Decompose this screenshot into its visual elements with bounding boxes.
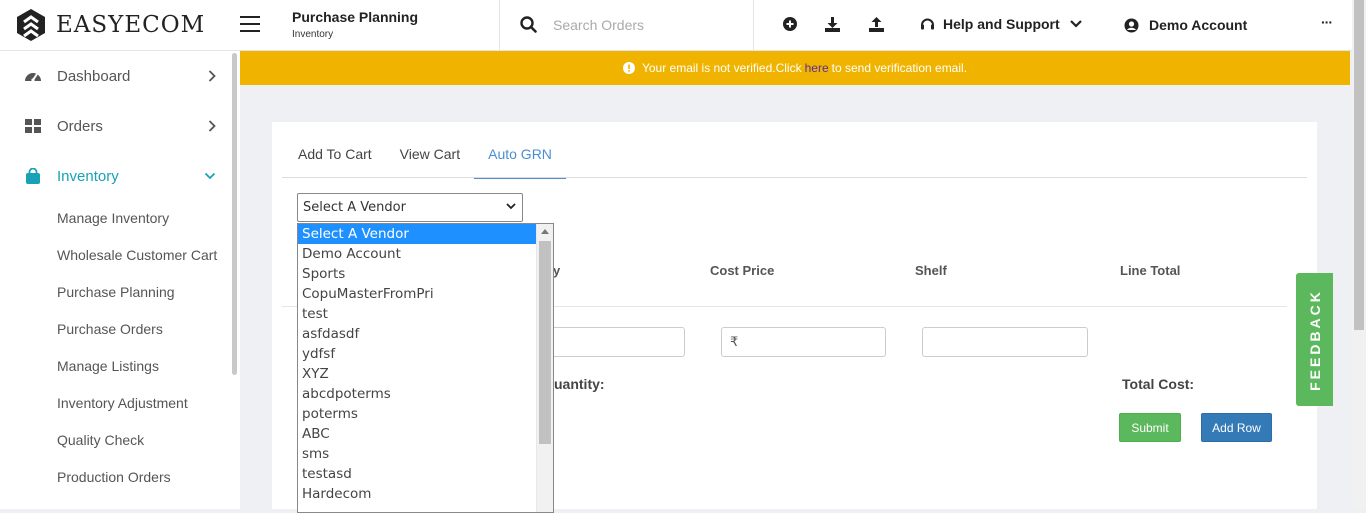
sidebar-item-label: Dashboard	[57, 67, 131, 85]
sidebar-subitem-quality-check[interactable]: Quality Check	[57, 432, 144, 448]
sidebar-item-inventory[interactable]: Inventory	[0, 156, 232, 196]
vendor-option[interactable]: Select A Vendor	[298, 224, 537, 244]
column-header-line-total: Line Total	[1120, 263, 1181, 278]
chevron-down-icon	[506, 203, 516, 210]
column-header-quantity: y	[553, 263, 561, 278]
sidebar-item-label: Orders	[57, 117, 103, 135]
total-quantity-label: uantity:	[554, 376, 605, 392]
account-label: Demo Account	[1149, 17, 1248, 33]
total-cost-label: Total Cost:	[1122, 376, 1195, 392]
vendor-option[interactable]: Demo Account	[298, 244, 537, 264]
header-divider	[499, 0, 500, 50]
vendor-option[interactable]: XYZ	[298, 364, 537, 384]
submit-button[interactable]: Submit	[1119, 413, 1181, 442]
info-icon	[622, 62, 635, 74]
cost-price-input[interactable]: ₹	[721, 327, 886, 357]
sidebar-subitem-manage-listings[interactable]: Manage Listings	[57, 358, 159, 374]
add-row-button[interactable]: Add Row	[1201, 413, 1272, 442]
account-menu[interactable]: Demo Account	[1124, 17, 1247, 33]
alert-text: Your email is not verified.Click	[641, 61, 802, 75]
page-title: Purchase Planning	[292, 9, 419, 25]
shopping-bag-icon	[24, 167, 42, 185]
alert-text: to send verification email.	[831, 61, 968, 75]
rupee-icon: ₹	[730, 334, 739, 349]
sidebar-subitem-wholesale-customer-cart[interactable]: Wholesale Customer Cart	[57, 247, 217, 263]
feedback-button[interactable]: FEEDBACK	[1296, 273, 1333, 406]
help-support-label: Help and Support	[943, 16, 1060, 32]
add-circle-icon[interactable]	[783, 17, 797, 31]
chevron-down-icon	[1069, 20, 1082, 28]
help-support-menu[interactable]: Help and Support	[920, 16, 1082, 32]
verification-link[interactable]: here	[805, 61, 829, 75]
top-header: EASYECOM Purchase Planning Inventory Hel…	[0, 0, 1352, 51]
sidebar-subitem-purchase-planning[interactable]: Purchase Planning	[57, 284, 175, 300]
vendor-option[interactable]: Sports	[298, 264, 537, 284]
vendor-option[interactable]: CopuMasterFromPri	[298, 284, 537, 304]
shelf-input[interactable]	[922, 327, 1088, 357]
tab-bar: Add To Cart View Cart Auto GRN	[284, 145, 566, 179]
sidebar-subitem-production-orders[interactable]: Production Orders	[57, 469, 171, 485]
search-input[interactable]	[553, 16, 733, 33]
upload-icon[interactable]	[869, 17, 884, 32]
sidebar-subitem-manage-inventory[interactable]: Manage Inventory	[57, 210, 169, 226]
dropdown-scrollbar[interactable]	[536, 224, 553, 512]
page-subtitle: Inventory	[292, 29, 334, 40]
sidebar-item-orders[interactable]: Orders	[0, 106, 232, 146]
chevron-right-icon	[208, 70, 216, 82]
search-bar	[520, 16, 733, 33]
header-divider	[753, 0, 754, 50]
headset-icon	[921, 18, 934, 29]
tab-auto-grn[interactable]: Auto GRN	[474, 145, 566, 179]
column-header-cost-price: Cost Price	[710, 263, 775, 278]
chevron-down-icon	[204, 172, 216, 180]
vendor-option[interactable]: ydfsf	[298, 344, 537, 364]
sidebar-subitem-purchase-orders[interactable]: Purchase Orders	[57, 321, 163, 337]
sidebar: Dashboard Orders Inventory Manage Invent…	[0, 51, 240, 509]
vendor-option[interactable]: abcdpoterms	[298, 384, 537, 404]
vendor-option[interactable]: poterms	[298, 404, 537, 424]
vendor-option[interactable]: ABC	[298, 424, 537, 444]
user-circle-icon	[1124, 18, 1139, 32]
sidebar-subitem-inventory-adjustment[interactable]: Inventory Adjustment	[57, 395, 188, 411]
tab-view-cart[interactable]: View Cart	[386, 145, 474, 179]
scroll-up-arrow-icon[interactable]	[541, 229, 549, 234]
vendor-option[interactable]: testasd	[298, 464, 537, 484]
dropdown-scrollbar-thumb[interactable]	[539, 241, 551, 444]
search-icon[interactable]	[520, 16, 537, 33]
tab-add-to-cart[interactable]: Add To Cart	[284, 145, 386, 179]
email-verification-alert: Your email is not verified.Click here to…	[240, 51, 1350, 85]
gauge-icon	[24, 68, 42, 84]
menu-toggle-icon[interactable]	[240, 16, 260, 32]
more-menu-icon[interactable]: ···	[1321, 14, 1333, 30]
tabs-divider	[282, 177, 1307, 178]
vendor-select-value: Select A Vendor	[303, 200, 406, 215]
grid-icon	[24, 119, 42, 133]
vendor-select[interactable]: Select A Vendor	[297, 193, 523, 222]
brand-name: EASYECOM	[56, 12, 206, 38]
vendor-option[interactable]: test	[298, 304, 537, 324]
download-icon[interactable]	[825, 17, 840, 32]
brand-logo[interactable]: EASYECOM	[16, 8, 205, 42]
column-header-shelf: Shelf	[915, 263, 947, 278]
easyecom-logo-icon	[17, 9, 45, 41]
sidebar-item-label: Inventory	[57, 167, 119, 185]
page-heading: Purchase Planning Inventory	[292, 9, 418, 40]
vendor-option[interactable]: Hardecom	[298, 484, 537, 504]
chevron-right-icon	[208, 120, 216, 132]
vendor-dropdown-list[interactable]: Select A Vendor Demo Account Sports Copu…	[297, 223, 554, 513]
feedback-label: FEEDBACK	[1306, 288, 1323, 391]
sidebar-scrollbar[interactable]	[232, 53, 237, 375]
page-scrollbar-thumb[interactable]	[1354, 0, 1364, 330]
sidebar-item-dashboard[interactable]: Dashboard	[0, 56, 232, 96]
page-scrollbar[interactable]	[1352, 0, 1366, 509]
vendor-option[interactable]: asfdasdf	[298, 324, 537, 344]
vendor-option[interactable]: sms	[298, 444, 537, 464]
